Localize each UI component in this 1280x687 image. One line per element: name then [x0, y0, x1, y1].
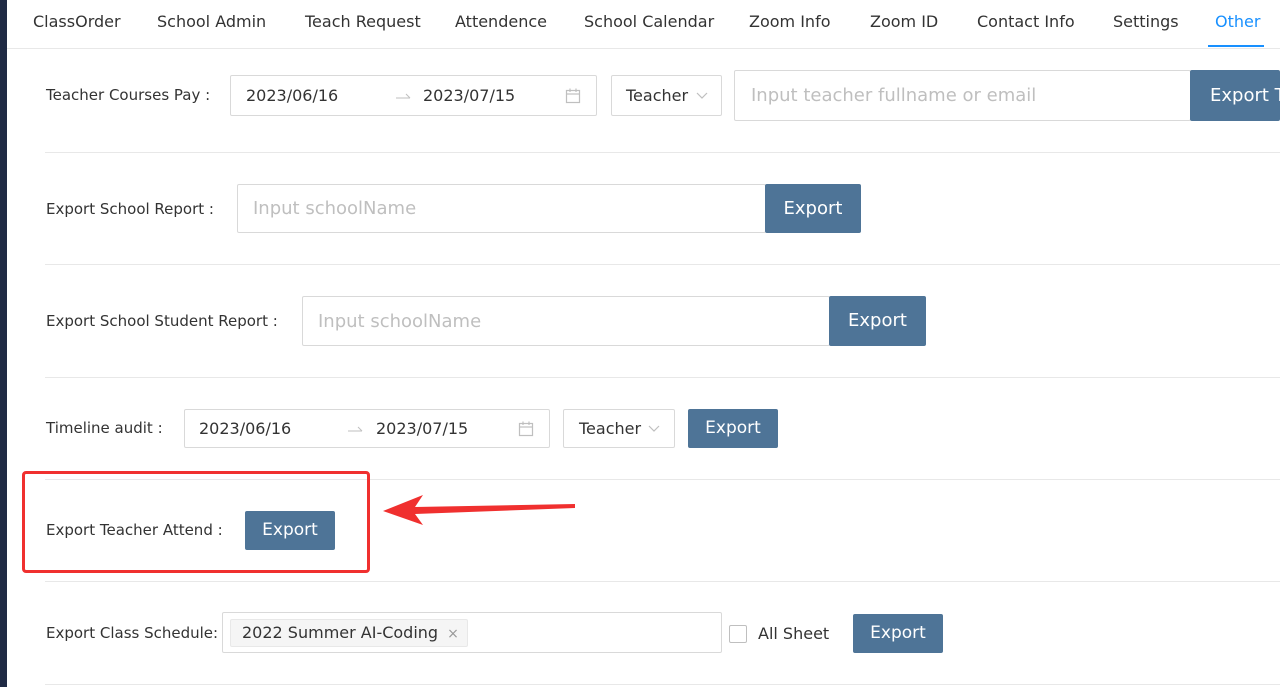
tab-zoom-info[interactable]: Zoom Info	[749, 12, 831, 31]
tab-attendence[interactable]: Attendence	[455, 12, 547, 31]
chevron-down-icon	[648, 425, 660, 432]
end-date-value: 2023/07/15	[423, 86, 516, 105]
calendar-icon[interactable]	[518, 421, 534, 437]
section-divider	[45, 684, 1280, 685]
timeline-audit-date-range[interactable]: 2023/06/16 2023/07/15	[184, 409, 550, 448]
section-divider	[45, 152, 1280, 153]
active-tab-indicator	[1208, 45, 1264, 47]
select-value: Teacher	[626, 86, 689, 105]
export-teacher-courses-button[interactable]: Export T	[1190, 70, 1280, 121]
timeline-audit-type-select[interactable]: Teacher	[563, 409, 675, 448]
teacher-courses-pay-date-range[interactable]: 2023/06/16 2023/07/15	[230, 75, 597, 116]
school-report-input[interactable]: Input schoolName	[237, 184, 766, 233]
teacher-search-input[interactable]: Input teacher fullname or email	[734, 70, 1191, 121]
arrow-right-icon	[348, 426, 363, 432]
teacher-courses-pay-label: Teacher Courses Pay :	[46, 86, 211, 104]
window-left-edge	[0, 0, 7, 687]
timeline-audit-label: Timeline audit :	[46, 419, 163, 437]
export-school-student-report-button[interactable]: Export	[829, 296, 926, 346]
school-student-report-label: Export School Student Report :	[46, 312, 278, 330]
selected-tag: 2022 Summer AI-Coding ×	[230, 619, 468, 647]
calendar-icon[interactable]	[565, 88, 581, 104]
red-arrow-annotation	[383, 495, 575, 525]
end-date-value: 2023/07/15	[376, 419, 469, 438]
teacher-search-placeholder: Input teacher fullname or email	[751, 85, 1037, 106]
tab-teach-request[interactable]: Teach Request	[305, 12, 421, 31]
tab-other[interactable]: Other	[1215, 12, 1260, 31]
school-report-placeholder: Input schoolName	[253, 198, 417, 219]
school-student-report-placeholder: Input schoolName	[318, 311, 482, 332]
tab-zoom-id[interactable]: Zoom ID	[870, 12, 938, 31]
tab-contact-info[interactable]: Contact Info	[977, 12, 1075, 31]
tab-school-admin[interactable]: School Admin	[157, 12, 266, 31]
school-report-label: Export School Report :	[46, 200, 214, 218]
section-divider	[45, 264, 1280, 265]
class-schedule-label: Export Class Schedule:	[46, 624, 219, 642]
tab-bar: ClassOrder School Admin Teach Request At…	[7, 0, 1280, 49]
export-class-schedule-button[interactable]: Export	[853, 614, 943, 653]
section-divider	[45, 377, 1280, 378]
tab-classorder[interactable]: ClassOrder	[33, 12, 121, 31]
all-sheet-checkbox[interactable]	[729, 625, 747, 643]
export-school-report-button[interactable]: Export	[765, 184, 861, 233]
select-value: Teacher	[579, 419, 642, 438]
start-date-value: 2023/06/16	[246, 86, 339, 105]
arrow-right-icon	[396, 93, 411, 99]
chevron-down-icon	[696, 92, 708, 99]
tag-label: 2022 Summer AI-Coding	[242, 623, 439, 642]
start-date-value: 2023/06/16	[199, 419, 292, 438]
all-sheet-label: All Sheet	[758, 624, 830, 643]
class-schedule-select[interactable]: 2022 Summer AI-Coding ×	[222, 612, 722, 653]
section-divider	[45, 581, 1280, 582]
tab-settings[interactable]: Settings	[1113, 12, 1179, 31]
highlight-box-annotation	[22, 471, 370, 573]
tab-school-calendar[interactable]: School Calendar	[584, 12, 714, 31]
export-timeline-audit-button[interactable]: Export	[688, 409, 778, 448]
school-student-report-input[interactable]: Input schoolName	[302, 296, 830, 346]
teacher-courses-pay-type-select[interactable]: Teacher	[611, 75, 722, 116]
close-icon[interactable]: ×	[447, 626, 459, 642]
